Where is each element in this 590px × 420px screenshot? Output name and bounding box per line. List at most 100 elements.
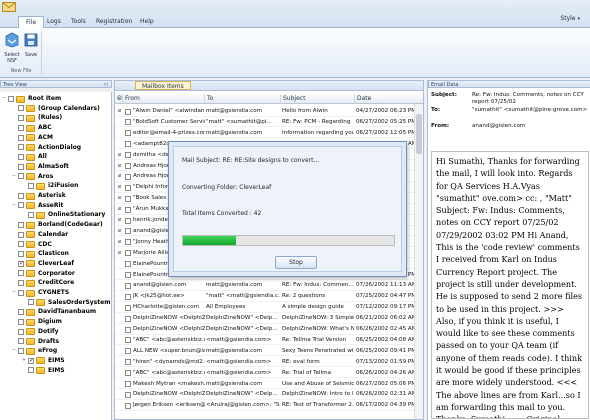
tree-checkbox[interactable] bbox=[18, 289, 24, 296]
row-checkbox[interactable] bbox=[125, 217, 131, 224]
tree-item[interactable]: OnlineStationary bbox=[0, 210, 111, 220]
tree-item[interactable]: DavidTananbaum bbox=[0, 307, 111, 317]
tree-checkbox[interactable] bbox=[18, 328, 24, 335]
tree-checkbox[interactable] bbox=[18, 192, 24, 199]
tree-item[interactable]: + ✓ EIMS bbox=[0, 356, 111, 366]
row-checkbox[interactable] bbox=[125, 195, 131, 202]
row-checkbox[interactable] bbox=[125, 272, 131, 278]
tree-checkbox[interactable] bbox=[18, 202, 24, 209]
email-row[interactable]: ⌀ "Alwin Daniel" <alwindani... matt@gsiend… bbox=[115, 106, 415, 117]
tree-checkbox[interactable] bbox=[28, 367, 34, 374]
row-checkbox[interactable] bbox=[125, 250, 131, 257]
tree-checkbox[interactable] bbox=[18, 318, 24, 325]
tree-checkbox[interactable] bbox=[18, 124, 24, 131]
tree-checkbox[interactable] bbox=[18, 173, 24, 180]
save-button[interactable]: Save bbox=[21, 32, 41, 58]
row-checkbox[interactable] bbox=[125, 206, 131, 213]
tree-item[interactable]: Digium bbox=[0, 317, 111, 327]
email-row[interactable]: DelphiZineNOW <DelphiZi... DelphiZineNOW"… bbox=[115, 389, 415, 400]
tree-item[interactable]: − CYGNETS bbox=[0, 288, 111, 298]
expand-toggle-icon[interactable]: − bbox=[11, 172, 17, 182]
tree-item[interactable]: (Group Calendars) bbox=[0, 104, 111, 114]
row-checkbox[interactable] bbox=[125, 381, 131, 387]
row-checkbox[interactable] bbox=[125, 337, 131, 344]
row-checkbox[interactable] bbox=[125, 119, 131, 126]
row-checkbox[interactable] bbox=[125, 391, 131, 398]
email-row[interactable]: JK <jk25@hot.ee> "matt" <matt@gsiendia.c.… bbox=[115, 291, 415, 302]
tree-item[interactable]: i2iFusion bbox=[0, 181, 111, 191]
email-row[interactable]: HCharlotte@gislen.com All Employees A simp… bbox=[115, 302, 415, 313]
email-row[interactable]: DelphiZineNOW <DelphiZi... DelphiZineNOW"… bbox=[115, 324, 415, 335]
tree-item[interactable]: Corporator bbox=[0, 269, 111, 279]
row-checkbox[interactable] bbox=[125, 130, 131, 137]
tree-checkbox[interactable] bbox=[28, 212, 34, 219]
tree-item[interactable]: Asterisk bbox=[0, 191, 111, 201]
tree-item[interactable]: CreditCore bbox=[0, 278, 111, 288]
list-scrollbar[interactable] bbox=[414, 104, 423, 419]
row-checkbox[interactable] bbox=[125, 152, 131, 159]
tree-checkbox[interactable] bbox=[18, 347, 24, 354]
row-checkbox[interactable] bbox=[125, 163, 131, 169]
row-checkbox[interactable] bbox=[125, 141, 131, 148]
attachment-column-icon[interactable]: ⦾ bbox=[115, 94, 123, 104]
tree-item[interactable]: Borland(CodeGear) bbox=[0, 220, 111, 230]
row-checkbox[interactable] bbox=[125, 348, 131, 355]
tree-checkbox[interactable] bbox=[28, 183, 34, 190]
tree-item[interactable]: − Root Item bbox=[0, 94, 111, 104]
email-row[interactable]: "hiren" <dynamds@md2.v... <matt@gsiendia.… bbox=[115, 357, 415, 368]
tree-checkbox[interactable] bbox=[18, 153, 24, 160]
tree-checkbox[interactable] bbox=[18, 163, 24, 170]
row-checkbox[interactable] bbox=[125, 315, 131, 322]
expand-toggle-icon[interactable]: − bbox=[11, 288, 17, 298]
tree-checkbox[interactable] bbox=[18, 231, 24, 238]
row-checkbox[interactable] bbox=[125, 282, 131, 289]
tree-checkbox[interactable] bbox=[18, 221, 24, 228]
tree-item[interactable]: − Aros bbox=[0, 172, 111, 182]
email-row[interactable]: "ABC" <abc@asteriskbiz.c... <matt@gsiendi… bbox=[115, 368, 415, 379]
tree-checkbox[interactable]: ✓ bbox=[28, 357, 34, 364]
tree-checkbox[interactable] bbox=[18, 134, 24, 141]
tree-item[interactable]: ABC bbox=[0, 123, 111, 133]
tree-item[interactable]: Clasticon bbox=[0, 249, 111, 259]
tree-item[interactable]: EIMS bbox=[0, 366, 111, 376]
pin-icon[interactable]: ⊓ bbox=[104, 81, 108, 89]
row-checkbox[interactable] bbox=[125, 239, 131, 246]
tree-item[interactable]: ACM bbox=[0, 133, 111, 143]
row-checkbox[interactable] bbox=[125, 108, 131, 115]
column-date[interactable]: Date bbox=[355, 94, 423, 104]
tree-checkbox[interactable] bbox=[18, 115, 24, 122]
row-checkbox[interactable] bbox=[125, 402, 131, 409]
tree-checkbox[interactable] bbox=[18, 144, 24, 151]
tree-item[interactable]: All bbox=[0, 152, 111, 162]
email-row[interactable]: editor@email-4-prizes.com matt@gsiendia.c… bbox=[115, 128, 415, 139]
row-checkbox[interactable] bbox=[125, 293, 131, 300]
tree-item[interactable]: AlmaSoft bbox=[0, 162, 111, 172]
tree-checkbox[interactable] bbox=[18, 309, 24, 316]
email-row[interactable]: Jørgen Eriksen <eriksen@... <Arulraj@gisl… bbox=[115, 400, 415, 411]
email-row[interactable]: ALL NEW <super.bnun@la... matt@gsiendia.c… bbox=[115, 346, 415, 357]
menu-help[interactable]: Help bbox=[133, 16, 161, 28]
tree-checkbox[interactable]: ✓ bbox=[18, 260, 24, 267]
tree-item[interactable]: ActionDialog bbox=[0, 143, 111, 153]
tree-checkbox[interactable] bbox=[18, 241, 24, 248]
tree-item[interactable]: Dotify bbox=[0, 327, 111, 337]
email-row[interactable]: Makesh Mytran <makesh... matt@gsiendia.co… bbox=[115, 379, 415, 389]
email-row[interactable]: "BoldSoft Customer Servic... "matt" <suma… bbox=[115, 117, 415, 128]
tab-mailbox-items[interactable]: Mailbox Items bbox=[135, 81, 191, 90]
tree-checkbox[interactable] bbox=[18, 250, 24, 257]
column-subject[interactable]: Subject bbox=[281, 94, 355, 104]
tree-checkbox[interactable] bbox=[28, 299, 34, 306]
expand-toggle-icon[interactable]: − bbox=[11, 346, 17, 356]
tree-checkbox[interactable] bbox=[18, 280, 24, 287]
list-scroll-thumb[interactable] bbox=[416, 114, 422, 154]
row-checkbox[interactable] bbox=[125, 173, 131, 180]
row-checkbox[interactable] bbox=[125, 326, 131, 333]
tree-item[interactable]: CDC bbox=[0, 240, 111, 250]
tree-checkbox[interactable] bbox=[18, 270, 24, 277]
column-from[interactable]: From bbox=[123, 94, 205, 104]
tree-checkbox[interactable] bbox=[18, 105, 24, 112]
tree-item[interactable]: (Rules) bbox=[0, 113, 111, 123]
tree-item[interactable]: SalesOrderSystem bbox=[0, 298, 111, 308]
tree-item[interactable]: − AsseRit bbox=[0, 201, 111, 211]
menu-registration[interactable]: Registration bbox=[89, 16, 139, 28]
